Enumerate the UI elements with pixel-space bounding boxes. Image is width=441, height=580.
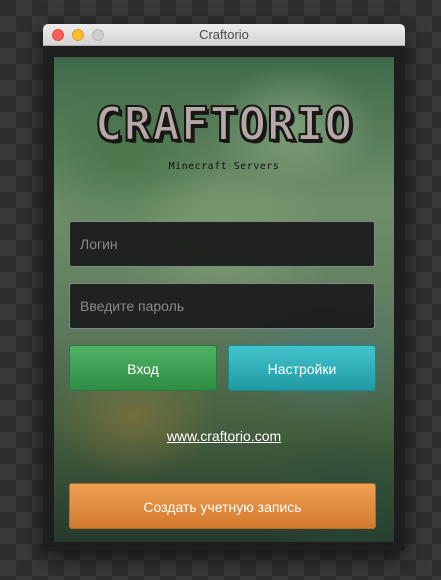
website-link[interactable]: www.craftorio.com [54,428,394,444]
login-input[interactable] [69,221,375,267]
create-account-button[interactable]: Создать учетную запись [69,483,376,529]
window-title: Craftorio [199,27,249,42]
craftorio-logo: CRAFTORIO [94,97,354,151]
password-input[interactable] [69,283,375,329]
settings-button[interactable]: Настройки [228,345,376,391]
login-button[interactable]: Вход [69,345,217,391]
logo-tagline: Minecraft Servers [168,161,280,172]
title-bar[interactable]: Craftorio [43,24,405,46]
app-window: Craftorio CRAFTORIO Minecraft Servers Вх… [43,24,405,551]
launcher-panel: CRAFTORIO Minecraft Servers Вход Настрой… [54,57,394,542]
